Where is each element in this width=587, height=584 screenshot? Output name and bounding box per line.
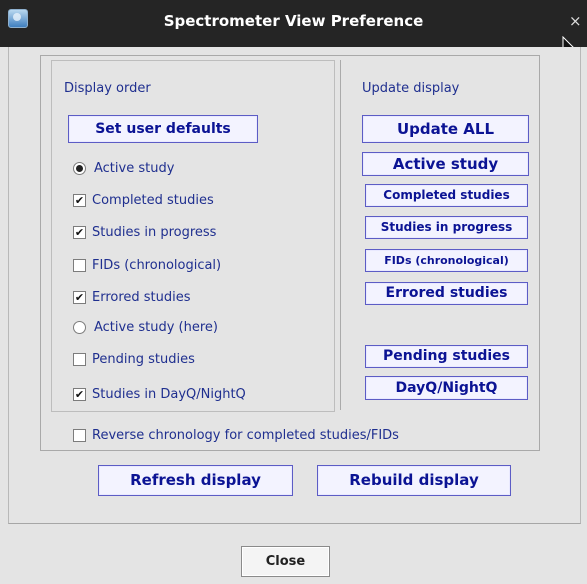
checkbox-checked[interactable]: ✔ [73, 290, 86, 304]
checkbox-unchecked[interactable] [73, 428, 86, 442]
window-title: Spectrometer View Preference [163, 12, 424, 30]
update-studies-in-progress-button[interactable]: Studies in progress [365, 216, 528, 239]
checkbox-unchecked[interactable] [73, 352, 86, 366]
option-active-study-here[interactable]: Active study (here) [73, 318, 218, 336]
update-errored-studies-button[interactable]: Errored studies [365, 282, 528, 305]
option-studies-dayq-nightq[interactable]: ✔ Studies in DayQ/NightQ [73, 385, 246, 403]
option-label: Pending studies [92, 351, 195, 367]
option-label: Studies in progress [92, 224, 217, 240]
option-reverse-chronology[interactable]: Reverse chronology for completed studies… [73, 426, 399, 444]
update-all-button[interactable]: Update ALL [362, 115, 529, 143]
update-display-heading: Update display [362, 81, 460, 96]
radio-button[interactable] [73, 320, 86, 334]
set-user-defaults-button[interactable]: Set user defaults [68, 115, 258, 143]
checkbox-checked[interactable]: ✔ [73, 225, 86, 239]
option-label: Active study [94, 160, 175, 176]
option-active-study[interactable]: Active study [73, 159, 174, 177]
panel-divider [340, 60, 341, 410]
close-window-icon[interactable]: × [569, 14, 582, 29]
checkbox-checked[interactable]: ✔ [73, 193, 86, 207]
option-label: Reverse chronology for completed studies… [92, 427, 399, 443]
close-button[interactable]: Close [241, 546, 330, 577]
option-completed-studies[interactable]: ✔ Completed studies [73, 191, 214, 209]
checkbox-unchecked[interactable] [73, 258, 86, 272]
option-label: Studies in DayQ/NightQ [92, 386, 246, 402]
radio-button[interactable] [73, 161, 86, 175]
option-studies-in-progress[interactable]: ✔ Studies in progress [73, 223, 216, 241]
update-dayq-nightq-button[interactable]: DayQ/NightQ [365, 376, 528, 400]
option-label: FIDs (chronological) [92, 257, 222, 273]
refresh-display-button[interactable]: Refresh display [98, 465, 293, 496]
update-pending-studies-button[interactable]: Pending studies [365, 345, 528, 368]
checkbox-checked[interactable]: ✔ [73, 387, 86, 401]
rebuild-display-button[interactable]: Rebuild display [317, 465, 511, 496]
option-errored-studies[interactable]: ✔ Errored studies [73, 288, 191, 306]
radio-selected-dot [76, 164, 83, 172]
update-completed-studies-button[interactable]: Completed studies [365, 184, 528, 207]
option-fids-chronological[interactable]: FIDs (chronological) [73, 256, 221, 274]
option-label: Errored studies [92, 289, 191, 305]
option-label: Completed studies [92, 192, 214, 208]
title-bar: Spectrometer View Preference × [0, 0, 587, 47]
option-pending-studies[interactable]: Pending studies [73, 350, 195, 368]
display-order-heading: Display order [64, 81, 151, 96]
update-active-study-button[interactable]: Active study [362, 152, 529, 176]
option-label: Active study (here) [94, 319, 218, 335]
update-fids-chronological-button[interactable]: FIDs (chronological) [365, 249, 528, 272]
